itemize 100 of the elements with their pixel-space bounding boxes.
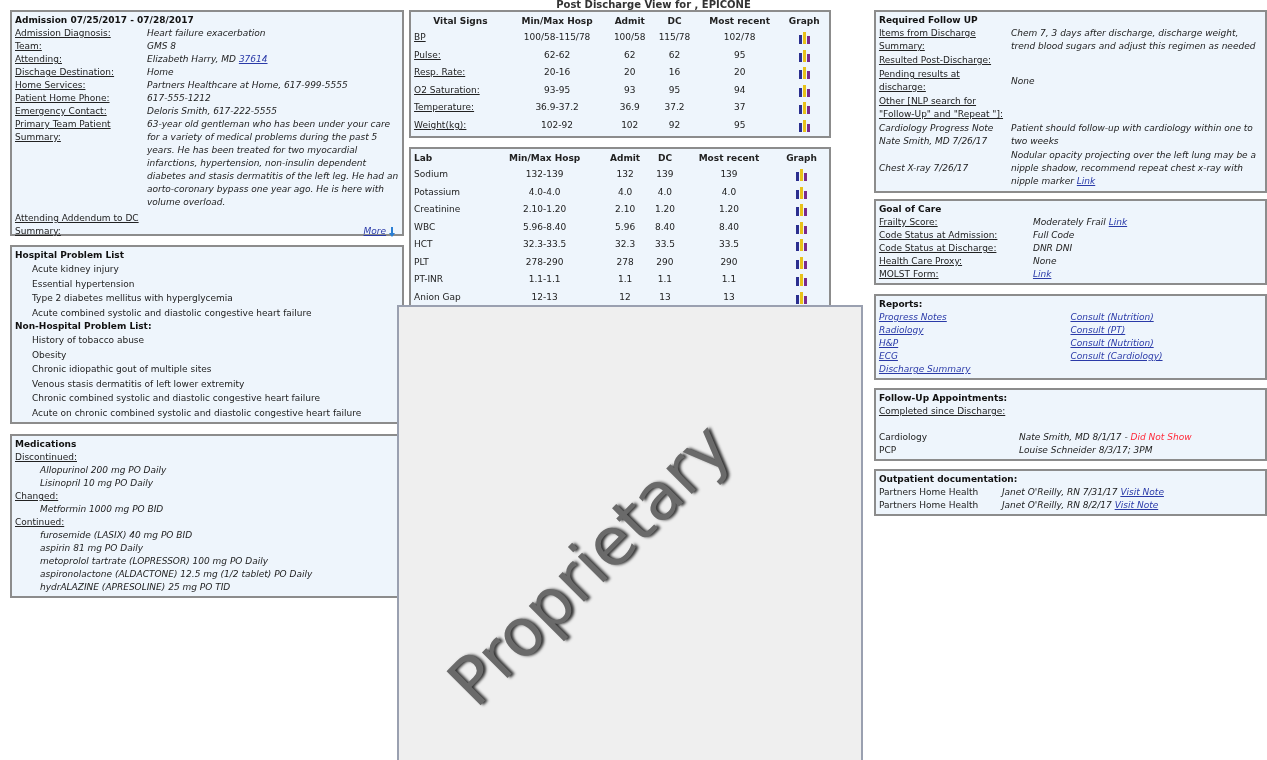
field-label: Other [NLP search for "Follow-Up" and "Repeat "]: [878, 95, 1005, 121]
bar-chart-icon[interactable] [795, 290, 808, 304]
bar-chart-icon[interactable] [797, 66, 811, 80]
report-link[interactable]: ECG [878, 350, 898, 363]
panel-title: Hospital Problem List [15, 249, 126, 262]
link[interactable]: Link [1108, 217, 1128, 227]
visit-detail: Janet O'Reilly, RN 7/31/17 Visit Note [1001, 486, 1164, 499]
table-cell: 13 [659, 291, 671, 302]
field-value: Moderately Frail Link [1032, 216, 1128, 229]
table-cell: 95 [733, 49, 746, 60]
note-label: Cardiology Progress Note Nate Smith, MD 7/26/17 [878, 122, 995, 148]
panel-title: Outpatient documentation: [878, 473, 1019, 486]
bar-chart-icon[interactable] [795, 255, 808, 269]
field-label: Team: [15, 40, 43, 53]
table-cell: 32.3 [615, 239, 636, 250]
field-value: Nodular opacity projecting over the left lung may be a nipple shadow, recommend repeat chest x-ray with nipple marker Link [1009, 149, 1258, 188]
table-cell: 5.96-8.40 [522, 221, 567, 232]
bar-chart-icon[interactable] [795, 168, 808, 182]
column-header: Graph [788, 16, 820, 26]
link[interactable]: Link [1076, 176, 1096, 186]
medication-item: Allopurinol 200 mg PO Daily [38, 464, 168, 477]
bar-chart-icon[interactable] [797, 31, 811, 45]
visit-note-link[interactable]: Visit Note [1120, 487, 1164, 497]
bar-chart-icon[interactable] [795, 203, 808, 217]
problem-item: Venous stasis dermatitis of left lower extremity [31, 377, 246, 391]
link[interactable]: Link [1032, 268, 1052, 281]
field-value: Patient should follow-up with cardiology within one to two weeks [1009, 122, 1254, 148]
problem-item: Obesity [31, 348, 68, 362]
bar-chart-icon[interactable] [797, 83, 811, 97]
more-link[interactable]: More [363, 225, 387, 238]
note-label: Chest X-ray 7/26/17 [878, 162, 970, 175]
panel-title: Reports: [878, 298, 924, 311]
specialty: Cardiology [878, 431, 929, 444]
link[interactable]: 37614 [238, 54, 268, 64]
problem-item: Acute combined systolic and diastolic congestive heart failure [31, 306, 313, 320]
field-label: Health Care Proxy: [878, 255, 964, 268]
bar-chart-icon[interactable] [795, 238, 808, 252]
group-heading: Discontinued: [15, 451, 78, 464]
lab-name: HCT [414, 239, 433, 250]
panel-title: Follow-Up Appointments: [878, 392, 1009, 405]
field-label: Admission Diagnosis: [15, 27, 112, 40]
report-link[interactable]: Consult (Cardiology) [1070, 350, 1163, 363]
bar-chart-icon[interactable] [797, 48, 811, 62]
vital-name: BP [414, 32, 426, 43]
table-cell: 12 [619, 291, 631, 302]
field-value: 63-year old gentleman who has been under your care for a variety of medical problems during the past 5 years. He has been treated for two myocardial infarctions, hypertension, non-insulin dependent diabetes and stasis dermatitis of the left leg. He had an aorto-coronary bypass one year ago. He is here with volume overload. [147, 118, 400, 209]
table-cell: 20-16 [543, 67, 571, 78]
column-header: Admit [610, 153, 641, 163]
field-value: Deloris Smith, 617-222-5555 [147, 105, 277, 118]
field-label: Pending results at discharge: [878, 68, 961, 94]
field-value: GMS 8 [147, 40, 177, 53]
report-link[interactable]: Consult (PT) [1070, 324, 1126, 337]
table-cell: 2.10-1.20 [522, 204, 567, 215]
column-header: Lab [414, 153, 433, 163]
report-link[interactable]: Consult (Nutrition) [1070, 337, 1154, 350]
bar-chart-icon[interactable] [797, 101, 811, 115]
report-link[interactable]: H&P [878, 337, 899, 350]
column-header: Graph [786, 153, 817, 163]
problem-item: Type 2 diabetes mellitus with hyperglycemia [31, 292, 234, 305]
field-value: None [1009, 74, 1035, 88]
table-cell: 95 [668, 84, 681, 95]
problem-item: Acute on chronic combined systolic and diastolic congestive heart failure [31, 406, 363, 420]
table-cell: 95 [733, 119, 746, 130]
bar-chart-icon[interactable] [797, 118, 811, 132]
panel-title: Goal of Care [878, 203, 943, 216]
lab-name: Anion Gap [414, 291, 461, 302]
field-label: Primary Team Patient Summary: [15, 118, 112, 144]
bar-chart-icon[interactable] [795, 220, 808, 234]
table-cell: 1.1 [617, 274, 633, 285]
field-value: Home [147, 66, 174, 79]
lab-name: Creatinine [414, 204, 461, 215]
report-link[interactable]: Radiology [878, 324, 924, 337]
bar-chart-icon[interactable] [795, 273, 808, 287]
table-cell: 12-13 [531, 291, 558, 302]
bar-chart-icon[interactable] [795, 185, 808, 199]
field-label: Dischage Destination: [15, 66, 116, 79]
report-link[interactable]: Discharge Summary [878, 363, 971, 376]
table-cell: 4.0 [721, 186, 737, 197]
field-value: Elizabeth Harry, MD 37614 [147, 53, 268, 66]
field-label: Frailty Score: [878, 216, 939, 229]
vital-name: Resp. Rate: [414, 67, 466, 78]
field-label: Resulted Post-Discharge: [878, 54, 993, 67]
table-cell: 4.0 [657, 186, 673, 197]
column-header: DC [667, 16, 682, 26]
table-cell: 290 [720, 256, 738, 267]
field-label: Attending: [15, 53, 63, 66]
report-link[interactable]: Progress Notes [878, 311, 947, 324]
field-label: Patient Home Phone: [15, 92, 111, 105]
report-link[interactable]: Consult (Nutrition) [1070, 311, 1154, 324]
field-value: None [1032, 255, 1057, 268]
field-label: MOLST Form: [878, 268, 940, 281]
field-label: Emergency Contact: [15, 105, 108, 118]
appointment-detail: Louise Schneider 8/3/17; 3PM [1018, 444, 1153, 457]
lab-name: WBC [414, 221, 436, 232]
panel-title: Medications [15, 438, 78, 451]
visit-note-link[interactable]: Visit Note [1114, 500, 1159, 510]
table-cell: 62-62 [543, 49, 571, 60]
lab-name: Potassium [414, 186, 461, 197]
table-cell: 100/58 [613, 32, 646, 43]
vital-name: Pulse: [414, 49, 441, 60]
